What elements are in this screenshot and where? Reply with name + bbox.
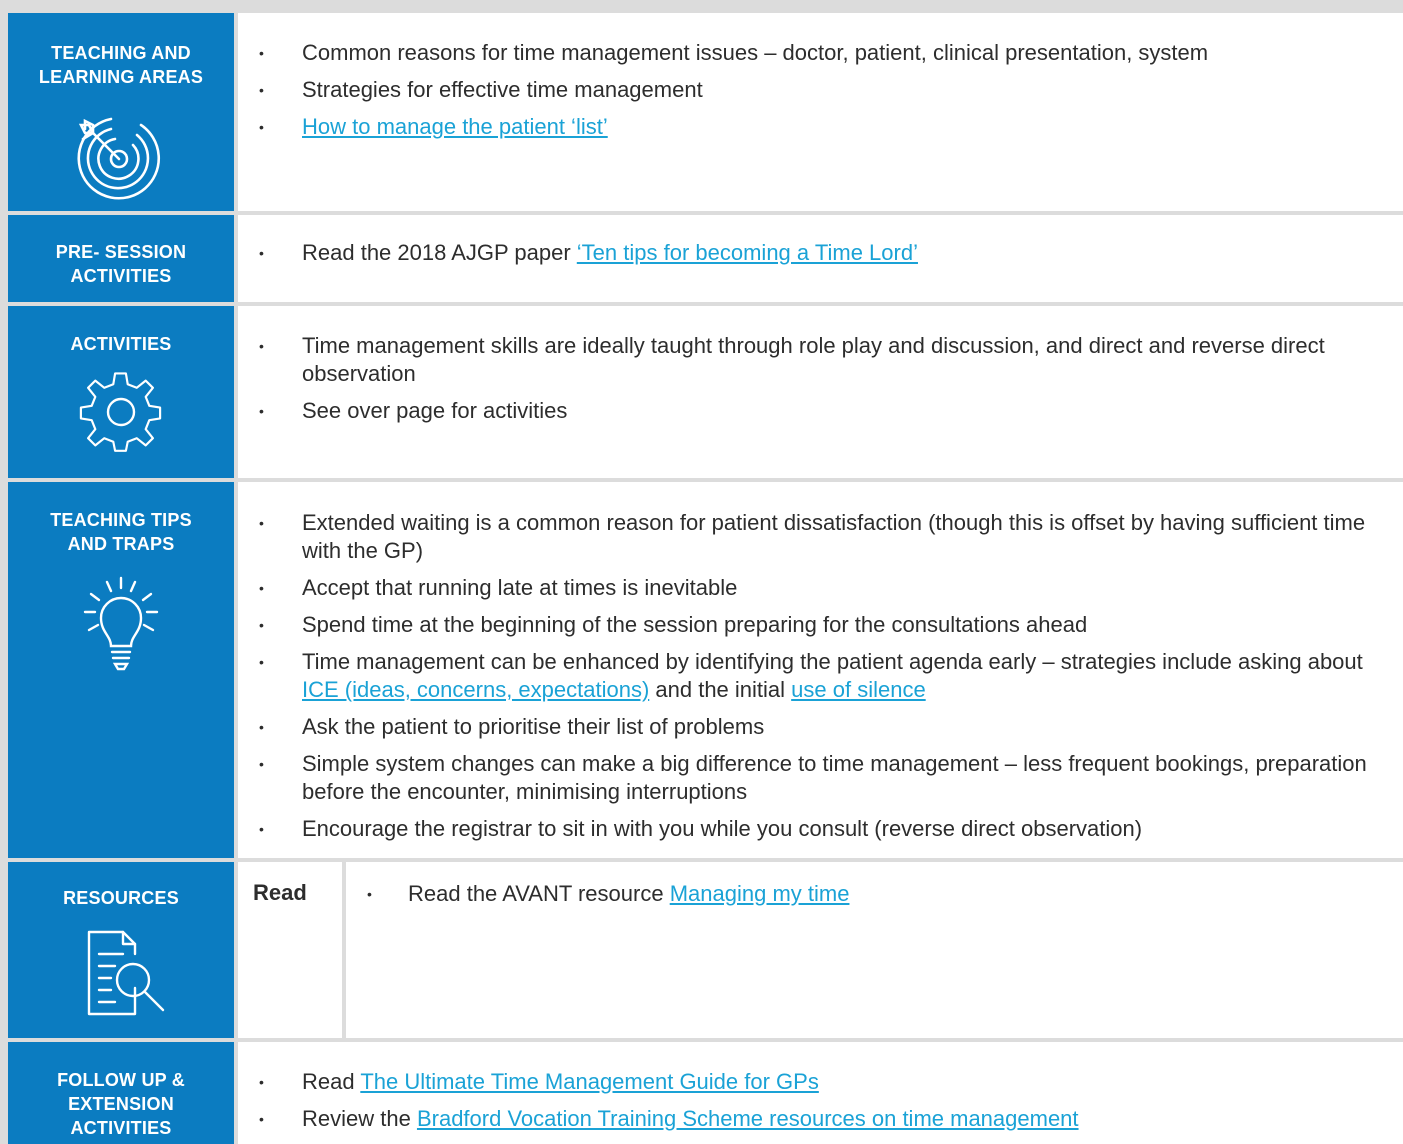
target-icon	[71, 107, 171, 207]
row-content: Common reasons for time management issue…	[238, 13, 1403, 211]
row-label-text: FOLLOW UP & EXTENSION ACTIVITIES	[57, 1070, 185, 1138]
row-label: PRE- SESSION ACTIVITIES	[8, 215, 234, 302]
item-text: Spend time at the beginning of the sessi…	[302, 612, 1088, 637]
item-text: Time management skills are ideally taugh…	[302, 333, 1325, 386]
row-label: ACTIVITIES	[8, 306, 234, 478]
item-text: and the initial	[649, 677, 792, 702]
list-item: Review the Bradford Vocation Training Sc…	[238, 1105, 1403, 1133]
row-label: TEACHING TIPS AND TRAPS	[8, 482, 234, 858]
list-item: Ask the patient to prioritise their list…	[238, 713, 1403, 741]
list-item: Read the 2018 AJGP paper ‘Ten tips for b…	[238, 239, 1403, 267]
row-resources: RESOURCES Read Read the AVANT resource M…	[8, 862, 1403, 1038]
row-label-text: TEACHING TIPS AND TRAPS	[50, 510, 192, 554]
link-ice[interactable]: ICE (ideas, concerns, expectations)	[302, 677, 649, 702]
row-teaching-tips-traps: TEACHING TIPS AND TRAPS Extended waiting…	[8, 482, 1403, 858]
item-text: Encourage the registrar to sit in with y…	[302, 816, 1143, 841]
row-content: Read Read the AVANT resource Managing my…	[238, 862, 1403, 1038]
list-item: Read the AVANT resource Managing my time	[346, 880, 1403, 908]
row-label: TEACHING AND LEARNING AREAS	[8, 13, 234, 211]
link-manage-patient-list[interactable]: How to manage the patient ‘list’	[302, 114, 608, 139]
row-content: Extended waiting is a common reason for …	[238, 482, 1403, 858]
list-item: See over page for activities	[238, 397, 1403, 425]
list-item: Read The Ultimate Time Management Guide …	[238, 1068, 1403, 1096]
item-text: Read the AVANT resource	[408, 881, 670, 906]
item-text: Review the	[302, 1106, 417, 1131]
row-label-text: PRE- SESSION ACTIVITIES	[55, 242, 187, 286]
row-content: Read The Ultimate Time Management Guide …	[238, 1042, 1403, 1144]
row-content: Time management skills are ideally taugh…	[238, 306, 1403, 478]
bullet-list: Read the 2018 AJGP paper ‘Ten tips for b…	[238, 239, 1403, 267]
list-item: Strategies for effective time management	[238, 76, 1403, 104]
row-label: RESOURCES	[8, 862, 234, 1038]
list-item: Spend time at the beginning of the sessi…	[238, 611, 1403, 639]
item-text: Strategies for effective time management	[302, 77, 703, 102]
list-item: Common reasons for time management issue…	[238, 39, 1403, 67]
bullet-list: Time management skills are ideally taugh…	[238, 332, 1403, 425]
row-activities: ACTIVITIES Time management skills are id…	[8, 306, 1403, 478]
item-text: Read the 2018 AJGP paper	[302, 240, 577, 265]
item-text: Extended waiting is a common reason for …	[302, 510, 1366, 563]
list-item: Accept that running late at times is ine…	[238, 574, 1403, 602]
link-managing-my-time[interactable]: Managing my time	[670, 881, 850, 906]
row-label: FOLLOW UP & EXTENSION ACTIVITIES	[8, 1042, 234, 1144]
bullet-list: Read The Ultimate Time Management Guide …	[238, 1068, 1403, 1133]
item-text: Time management can be enhanced by ident…	[302, 649, 1363, 674]
resource-type-label: Read	[238, 862, 342, 1038]
row-label-text: TEACHING AND LEARNING AREAS	[38, 43, 204, 87]
row-label-text: RESOURCES	[63, 888, 179, 908]
item-text: Common reasons for time management issue…	[302, 40, 1209, 65]
row-teaching-learning-areas: TEACHING AND LEARNING AREAS Common reaso…	[8, 13, 1403, 211]
item-text: Simple system changes can make a big dif…	[302, 751, 1367, 804]
lightbulb-icon	[71, 574, 171, 679]
row-pre-session-activities: PRE- SESSION ACTIVITIES Read the 2018 AJ…	[8, 215, 1403, 302]
row-follow-up-extension: FOLLOW UP & EXTENSION ACTIVITIES Read Th…	[8, 1042, 1403, 1144]
link-use-of-silence[interactable]: use of silence	[791, 677, 926, 702]
bullet-list: Read the AVANT resource Managing my time	[346, 880, 1403, 908]
item-text: Accept that running late at times is ine…	[302, 575, 738, 600]
resource-list: Read the AVANT resource Managing my time	[346, 862, 1403, 1038]
document-search-icon	[71, 924, 171, 1024]
row-label-text: ACTIVITIES	[70, 334, 172, 354]
list-item: Encourage the registrar to sit in with y…	[238, 815, 1403, 843]
list-item: Extended waiting is a common reason for …	[238, 509, 1403, 565]
link-ten-tips-time-lord[interactable]: ‘Ten tips for becoming a Time Lord’	[577, 240, 918, 265]
item-text: Read	[302, 1069, 361, 1094]
link-bradford-vts-resources[interactable]: Bradford Vocation Training Scheme resour…	[417, 1106, 1079, 1131]
bullet-list: Extended waiting is a common reason for …	[238, 509, 1403, 843]
row-content: Read the 2018 AJGP paper ‘Ten tips for b…	[238, 215, 1403, 302]
item-text: Ask the patient to prioritise their list…	[302, 714, 765, 739]
item-text: See over page for activities	[302, 398, 568, 423]
gear-icon	[71, 368, 171, 458]
list-item: Time management can be enhanced by ident…	[238, 648, 1403, 704]
list-item: Time management skills are ideally taugh…	[238, 332, 1403, 388]
list-item: How to manage the patient ‘list’	[238, 113, 1403, 141]
list-item: Simple system changes can make a big dif…	[238, 750, 1403, 806]
link-time-management-guide[interactable]: The Ultimate Time Management Guide for G…	[360, 1069, 819, 1094]
bullet-list: Common reasons for time management issue…	[238, 39, 1403, 141]
